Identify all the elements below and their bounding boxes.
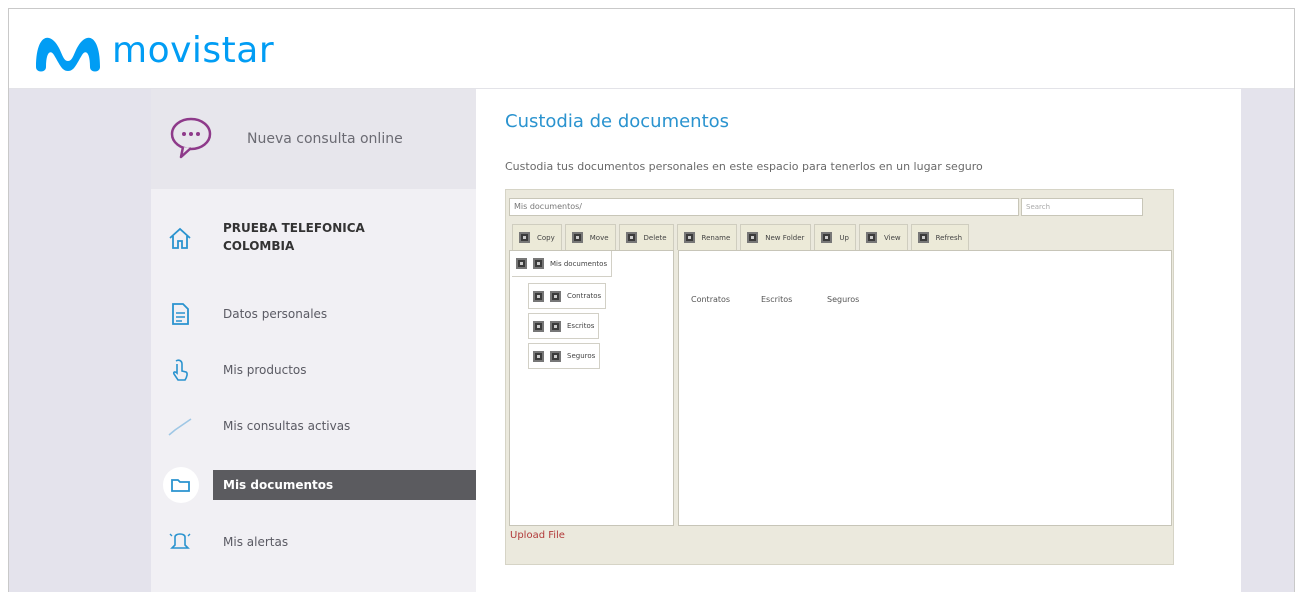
search-input[interactable]: Search: [1021, 198, 1143, 216]
view-button[interactable]: View: [858, 224, 908, 250]
file-toolbar: Copy Move Delete Rename New Folder Up Vi…: [512, 224, 972, 250]
tree-node-root[interactable]: Mis documentos: [512, 251, 613, 277]
new-consult-label: Nueva consulta online: [247, 131, 403, 147]
page-title: Custodia de documentos: [505, 111, 730, 132]
folder-icon: [550, 290, 561, 302]
tree-node-seguros[interactable]: Seguros: [528, 343, 601, 369]
up-icon: [821, 232, 833, 243]
expand-icon: [533, 350, 544, 362]
view-icon: [865, 232, 877, 243]
sidebar-item-label: Mis alertas: [223, 535, 289, 549]
new-consult-button[interactable]: Nueva consulta online: [151, 89, 476, 189]
check-icon: [168, 418, 192, 436]
tree-node-contratos[interactable]: Contratos: [528, 283, 607, 309]
browser-frame: movistar Nueva consulta online PRUEBA TE…: [8, 8, 1295, 592]
sidebar: Nueva consulta online PRUEBA TELEFONICA …: [151, 89, 499, 592]
up-button[interactable]: Up: [814, 224, 856, 250]
hand-icon: [172, 359, 188, 381]
active-icon-circle: [163, 467, 199, 503]
movistar-logo[interactable]: movistar: [32, 27, 274, 75]
sidebar-item-mis-alertas[interactable]: Mis alertas: [151, 525, 476, 561]
sidebar-item-mis-productos[interactable]: Mis productos: [151, 353, 476, 389]
sidebar-item-label: Mis productos: [223, 363, 307, 377]
movistar-m-icon: [36, 37, 100, 72]
file-list: Contratos Escritos Seguros: [678, 250, 1172, 526]
page-description: Custodia tus documentos personales en es…: [505, 160, 983, 173]
site-header: movistar: [9, 9, 1294, 89]
refresh-button[interactable]: Refresh: [910, 224, 970, 250]
delete-button[interactable]: Delete: [618, 224, 674, 250]
home-icon: [169, 227, 191, 249]
folder-icon: [550, 320, 561, 332]
new-folder-button[interactable]: New Folder: [740, 224, 812, 250]
sidebar-item-label: Mis documentos: [223, 478, 334, 492]
sidebar-item-label: Mis consultas activas: [223, 419, 351, 433]
rename-button[interactable]: Rename: [676, 224, 738, 250]
new-folder-icon: [747, 232, 759, 243]
folder-icon: [171, 479, 190, 492]
copy-icon: [519, 232, 530, 243]
upload-file-link[interactable]: Upload File: [510, 530, 565, 541]
expand-icon: [516, 258, 527, 269]
sidebar-item-datos-personales[interactable]: Datos personales: [151, 297, 476, 333]
tree-node-escritos[interactable]: Escritos: [528, 313, 600, 339]
path-input[interactable]: Mis documentos/: [509, 198, 1019, 216]
expand-icon: [533, 320, 544, 332]
sidebar-item-label: Datos personales: [223, 307, 328, 321]
chat-bubble-icon: [170, 117, 212, 159]
folder-icon: [533, 258, 544, 269]
folder-icon: [550, 350, 561, 362]
rename-icon: [683, 232, 695, 243]
folder-tree: Mis documentos Contratos Escritos Seguro…: [509, 250, 674, 526]
document-icon: [172, 303, 189, 325]
move-button[interactable]: Move: [564, 224, 616, 250]
file-item-escritos[interactable]: Escritos: [761, 295, 792, 304]
sidebar-item-account[interactable]: PRUEBA TELEFONICA COLOMBIA: [151, 217, 476, 261]
move-icon: [571, 232, 583, 243]
sidebar-item-mis-consultas-activas[interactable]: Mis consultas activas: [151, 409, 476, 445]
file-item-contratos[interactable]: Contratos: [691, 295, 730, 304]
sidebar-item-mis-documentos[interactable]: Mis documentos: [151, 467, 499, 506]
main-content: Custodia de documentos Custodia tus docu…: [476, 89, 1241, 592]
copy-button[interactable]: Copy: [512, 224, 562, 250]
refresh-icon: [917, 232, 929, 243]
delete-icon: [625, 232, 637, 243]
file-manager: Mis documentos/ Search Copy Move Delete …: [505, 189, 1174, 565]
expand-icon: [533, 290, 544, 302]
alert-icon: [169, 533, 191, 549]
brand-name: movistar: [112, 30, 275, 71]
file-item-seguros[interactable]: Seguros: [827, 295, 859, 304]
account-name: PRUEBA TELEFONICA COLOMBIA: [223, 221, 365, 253]
